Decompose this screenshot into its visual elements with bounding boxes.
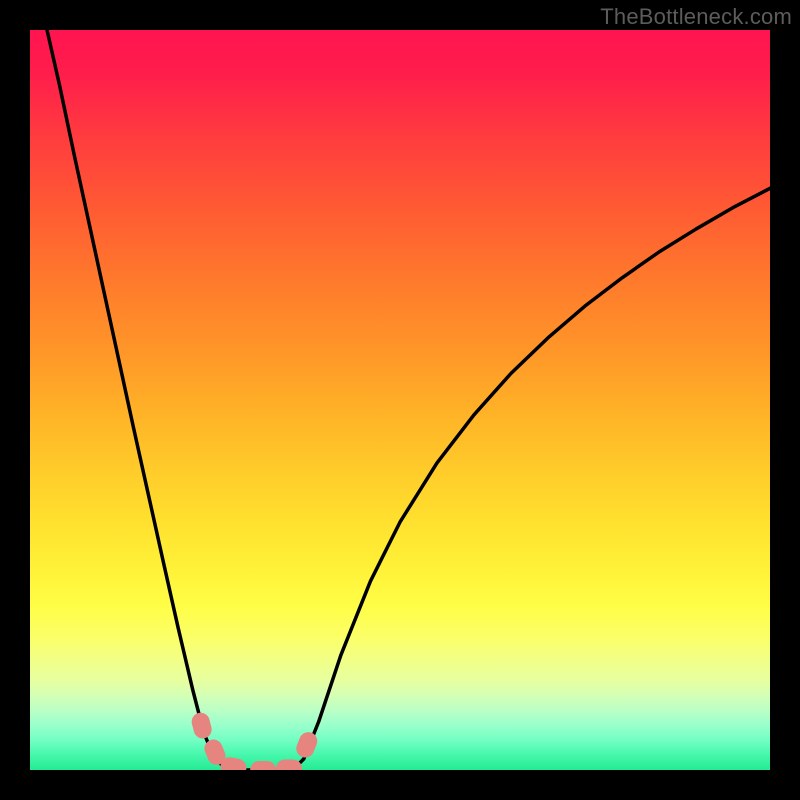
curve-layer [30,30,770,770]
bead-marker [190,711,214,741]
bottleneck-curve [47,30,770,770]
watermark-text: TheBottleneck.com [600,4,792,30]
plot-area [30,30,770,770]
bead-marker [250,761,276,770]
bead-marker [294,729,320,760]
chart-frame: TheBottleneck.com [0,0,800,800]
bead-marker [276,760,302,770]
